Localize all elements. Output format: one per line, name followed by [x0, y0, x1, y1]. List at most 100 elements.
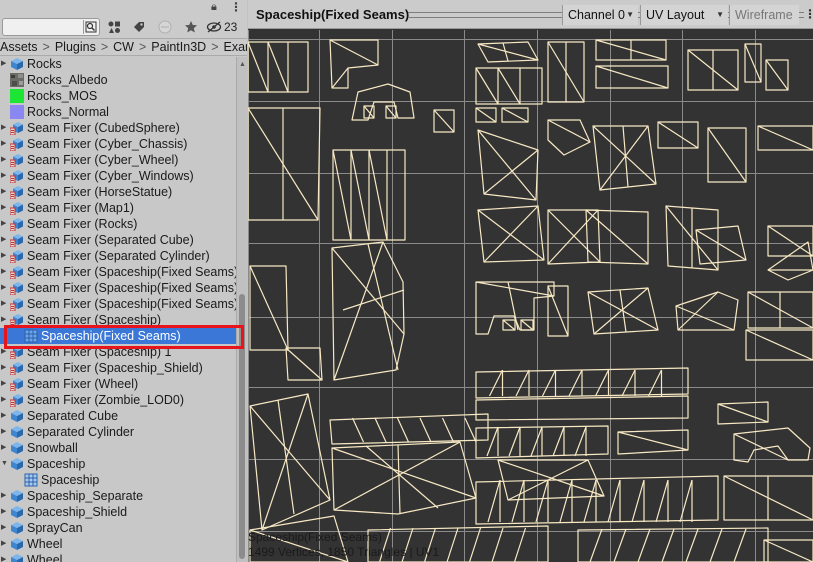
uv-edge — [733, 433, 789, 461]
expand-arrow-icon[interactable]: ▶ — [1, 520, 9, 536]
expand-arrow-icon[interactable]: ▶ — [1, 152, 9, 168]
panel-menu-icon[interactable]: ⋮ — [230, 0, 242, 14]
breadcrumb-item[interactable]: Plugins — [55, 40, 96, 54]
expand-arrow-open-icon[interactable]: ▼ — [1, 456, 9, 472]
list-item[interactable]: Rocks_Normal — [0, 104, 236, 120]
project-asset-list: ▶ Rocks Rocks_Albedo Rocks_MOS Rocks_Normal ▶… — [0, 56, 239, 562]
expand-arrow-icon[interactable]: ▶ — [1, 504, 9, 520]
wireframe-toggle[interactable]: Wireframe — [729, 5, 799, 25]
channel-dropdown[interactable]: Channel 0 ▼ — [562, 5, 638, 25]
list-item[interactable]: ▶ Wheel — [0, 536, 236, 552]
hidden-packages-icon[interactable] — [154, 18, 176, 36]
uv-edge — [374, 417, 387, 443]
list-item[interactable]: ▶ Rocks — [0, 56, 236, 72]
list-item[interactable]: Rocks_Albedo — [0, 72, 236, 88]
expand-arrow-icon[interactable]: ▶ — [1, 392, 9, 408]
breadcrumb-item[interactable]: CW — [113, 40, 134, 54]
expand-arrow-icon[interactable]: ▶ — [1, 56, 9, 72]
expand-arrow-icon[interactable]: ▶ — [1, 232, 9, 248]
list-item[interactable]: ▶ Seam Fixer (Rocks) — [0, 216, 236, 232]
search-input[interactable] — [2, 18, 100, 36]
expand-arrow-icon[interactable]: ▶ — [1, 488, 9, 504]
breadcrumb-item[interactable]: Exar — [224, 40, 248, 54]
uv-edge — [501, 107, 529, 123]
list-item[interactable]: ▶ Seam Fixer (Wheel) — [0, 376, 236, 392]
expand-arrow-icon[interactable]: ▶ — [1, 216, 9, 232]
hidden-count[interactable]: 23 — [206, 20, 237, 34]
texture-normal-icon — [10, 105, 24, 119]
list-item[interactable]: ▶ Separated Cylinder — [0, 424, 236, 440]
list-item[interactable]: ▶ Spaceship_Separate — [0, 488, 236, 504]
uv-edge — [483, 149, 539, 195]
list-item[interactable]: ▶ Wheel — [0, 552, 236, 562]
expand-arrow-icon[interactable]: ▶ — [1, 312, 9, 328]
expand-arrow-icon[interactable]: ▶ — [1, 424, 9, 440]
list-item[interactable]: ▶ Seam Fixer (Separated Cube) — [0, 232, 236, 248]
expand-arrow-icon[interactable]: ▶ — [1, 536, 9, 552]
expand-arrow-icon[interactable]: ▶ — [1, 120, 9, 136]
preview-title: Spaceship(Fixed Seams) — [256, 7, 410, 22]
list-item[interactable]: ▶ Seam Fixer (HorseStatue) — [0, 184, 236, 200]
uv-edge — [733, 528, 747, 562]
list-item[interactable]: ▶ Seam Fixer (Separated Cylinder) — [0, 248, 236, 264]
list-item[interactable]: ▶ Spaceship_Shield — [0, 504, 236, 520]
scrollbar-thumb[interactable] — [239, 294, 245, 559]
view-mode-dropdown[interactable]: UV Layout ▼ — [640, 5, 728, 25]
breadcrumb-item[interactable]: PaintIn3D — [151, 40, 206, 54]
uv-edge — [333, 241, 384, 381]
lock-icon[interactable]: 🔒︎ — [211, 1, 223, 13]
list-item[interactable]: ▶ Seam Fixer (Cyber_Wheel) — [0, 152, 236, 168]
mesh-grid-icon — [24, 473, 38, 487]
list-item[interactable]: ▶ Seam Fixer (Spaceship(Fixed Seams) — [0, 264, 238, 280]
uv-edge — [487, 479, 501, 523]
expand-arrow-icon[interactable]: ▶ — [1, 440, 9, 456]
list-item[interactable]: ▶ Seam Fixer (Spaceship(Fixed Seams) — [0, 280, 239, 296]
list-item[interactable]: ▶ Seam Fixer (CubedSphere) — [0, 120, 236, 136]
expand-arrow-icon[interactable]: ▶ — [1, 280, 9, 296]
list-item[interactable]: ▶ Seam Fixer (Spaceship) — [0, 312, 236, 328]
project-scrollbar[interactable]: ▲ — [236, 57, 247, 562]
list-item[interactable]: ▶ Seam Fixer (Spaceship(Fixed Seams) — [0, 296, 238, 312]
uv-edge — [248, 41, 269, 93]
breadcrumb-item[interactable]: Assets — [0, 40, 38, 54]
expand-arrow-icon[interactable]: ▶ — [1, 168, 9, 184]
favorite-star-icon[interactable] — [180, 18, 202, 36]
list-item[interactable]: ▼ Spaceship — [0, 456, 236, 472]
expand-arrow-icon[interactable]: ▶ — [1, 376, 9, 392]
list-item[interactable]: ▶ Snowball — [0, 440, 236, 456]
list-item[interactable]: ▶ Seam Fixer (Cyber_Windows) — [0, 168, 236, 184]
expand-arrow-icon[interactable]: ▶ — [1, 200, 9, 216]
expand-arrow-icon[interactable]: ▶ — [1, 184, 9, 200]
expand-arrow-icon[interactable]: ▶ — [1, 248, 9, 264]
list-item-label: Seam Fixer (Map1) — [27, 201, 134, 215]
list-item[interactable]: ▶ Seam Fixer (Spaceship) 1 — [0, 344, 236, 360]
expand-arrow-icon[interactable]: ▶ — [1, 408, 9, 424]
uv-edge — [267, 41, 289, 93]
uv-edge — [331, 67, 349, 89]
filter-by-label-icon[interactable] — [128, 18, 150, 36]
list-item[interactable]: Spaceship(Fixed Seams) — [0, 328, 236, 344]
list-item[interactable]: ▶ Seam Fixer (Spaceship_Shield) — [0, 360, 236, 376]
list-item[interactable]: ▶ Seam Fixer (Map1) — [0, 200, 236, 216]
list-item[interactable]: Spaceship — [0, 472, 236, 488]
expand-arrow-icon[interactable]: ▶ — [1, 296, 9, 312]
list-item[interactable]: Rocks_MOS — [0, 88, 236, 104]
preview-menu-icon[interactable]: ⋮ — [804, 7, 813, 21]
list-item[interactable]: ▶ SprayCan — [0, 520, 236, 536]
list-item[interactable]: ▶ Seam Fixer (Cyber_Chassis) — [0, 136, 236, 152]
uv-layout-viewport[interactable]: Spaceship(Fixed Seams) 1499 Vertices, 18… — [248, 30, 813, 562]
list-item[interactable]: ▶ Separated Cube — [0, 408, 236, 424]
expand-arrow-icon[interactable]: ▶ — [1, 360, 9, 376]
search-type-icon[interactable] — [83, 20, 98, 34]
scroll-up-icon[interactable]: ▲ — [239, 61, 246, 68]
filter-by-type-icon[interactable] — [103, 18, 125, 36]
list-item-label: Seam Fixer (Spaceship(Fixed Seams) — [27, 281, 239, 295]
uv-edge — [477, 43, 539, 61]
uv-edge — [613, 528, 627, 562]
list-item[interactable]: ▶ Seam Fixer (Zombie_LOD0) — [0, 392, 236, 408]
model-cube-icon — [10, 553, 24, 562]
expand-arrow-icon[interactable]: ▶ — [1, 136, 9, 152]
expand-arrow-icon[interactable]: ▶ — [1, 552, 9, 562]
expand-arrow-icon[interactable]: ▶ — [1, 264, 9, 280]
expand-arrow-icon[interactable]: ▶ — [1, 344, 9, 360]
